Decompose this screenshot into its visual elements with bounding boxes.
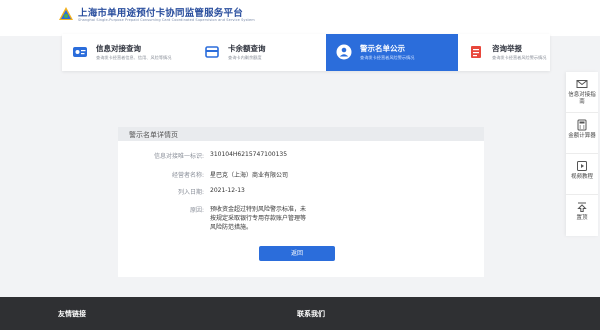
nav-item-info-query[interactable]: 信息对接查询 查询发卡经营者信息、信用、风险等情况 bbox=[62, 34, 194, 71]
back-to-top-button[interactable]: 置顶 bbox=[566, 195, 598, 236]
nav-item-desc: 查询发卡经营者信息、信用、风险等情况 bbox=[96, 55, 172, 60]
field-value: 预收资金超过特别风险警示标准，未按规定采取银行专用存款账户管理等风险防范措施。 bbox=[210, 206, 307, 231]
field-label: 列入日期: bbox=[177, 189, 204, 196]
card-title: 警示名单详情页 bbox=[129, 131, 178, 139]
mail-icon bbox=[576, 80, 588, 88]
side-item-label: 信息对接指南 bbox=[568, 92, 596, 105]
field-value: 2021-12-13 bbox=[210, 187, 245, 194]
nav-item-balance-query[interactable]: 卡余额查询 查询卡内剩余额度 bbox=[194, 34, 326, 71]
warning-detail-card: 警示名单详情页 信息对接唯一标识: 310104H6215747100135 经… bbox=[118, 127, 484, 277]
nav-item-title: 警示名单公示 bbox=[360, 44, 405, 53]
side-item-label: 置顶 bbox=[576, 215, 588, 221]
nav-item-title: 咨询举报 bbox=[492, 44, 522, 53]
side-item-guide[interactable]: 信息对接指南 bbox=[566, 72, 598, 113]
back-button[interactable]: 返回 bbox=[259, 246, 335, 261]
nav-item-title: 信息对接查询 bbox=[96, 44, 141, 53]
document-icon bbox=[471, 46, 481, 58]
video-icon bbox=[577, 161, 587, 171]
calculator-icon bbox=[577, 119, 587, 131]
nav-item-warning-list[interactable]: 警示名单公示 查询发卡经营者风险警示情况 bbox=[326, 34, 458, 71]
nav-item-desc: 查询卡内剩余额度 bbox=[228, 55, 262, 60]
side-item-label: 金额计算器 bbox=[568, 133, 596, 139]
nav-item-report[interactable]: 咨询举报 查询发卡经营者风险警示情况 bbox=[458, 34, 590, 71]
site-header: 上海市单用途预付卡协同监管服务平台 Shanghai Single-Purpos… bbox=[0, 0, 600, 36]
card-header: 警示名单详情页 bbox=[118, 127, 484, 141]
site-subtitle: Shanghai Single-Purpose Prepaid Consumin… bbox=[78, 18, 255, 22]
top-arrow-icon bbox=[577, 202, 587, 212]
side-item-calculator[interactable]: 金额计算器 bbox=[566, 113, 598, 154]
logo-icon bbox=[59, 7, 73, 20]
footer-contact-heading: 联系我们 bbox=[297, 310, 325, 318]
side-item-label: 视频教程 bbox=[570, 174, 593, 180]
site-title: 上海市单用途预付卡协同监管服务平台 bbox=[78, 8, 243, 19]
card-icon bbox=[205, 46, 219, 58]
nav-item-desc: 查询发卡经营者风险警示情况 bbox=[492, 55, 547, 60]
contact-card-icon bbox=[73, 47, 87, 57]
field-value: 星巴克（上海）商业有限公司 bbox=[210, 172, 289, 179]
main-nav: 信息对接查询 查询发卡经营者信息、信用、风险等情况 卡余额查询 查询卡内剩余额度… bbox=[62, 34, 550, 71]
site-footer: 友情链接 联系我们 bbox=[0, 297, 600, 330]
footer-links-heading: 友情链接 bbox=[58, 310, 86, 318]
nav-item-desc: 查询发卡经营者风险警示情况 bbox=[360, 55, 415, 60]
user-icon bbox=[336, 44, 352, 60]
side-toolbar: 信息对接指南 金额计算器 视频教程 置顶 bbox=[566, 72, 598, 236]
field-label: 经营者名称: bbox=[171, 172, 204, 179]
field-value: 310104H6215747100135 bbox=[210, 151, 288, 158]
field-label: 原因: bbox=[189, 207, 204, 214]
nav-item-title: 卡余额查询 bbox=[228, 44, 266, 53]
side-item-video[interactable]: 视频教程 bbox=[566, 154, 598, 195]
field-label: 信息对接唯一标识: bbox=[153, 153, 204, 160]
